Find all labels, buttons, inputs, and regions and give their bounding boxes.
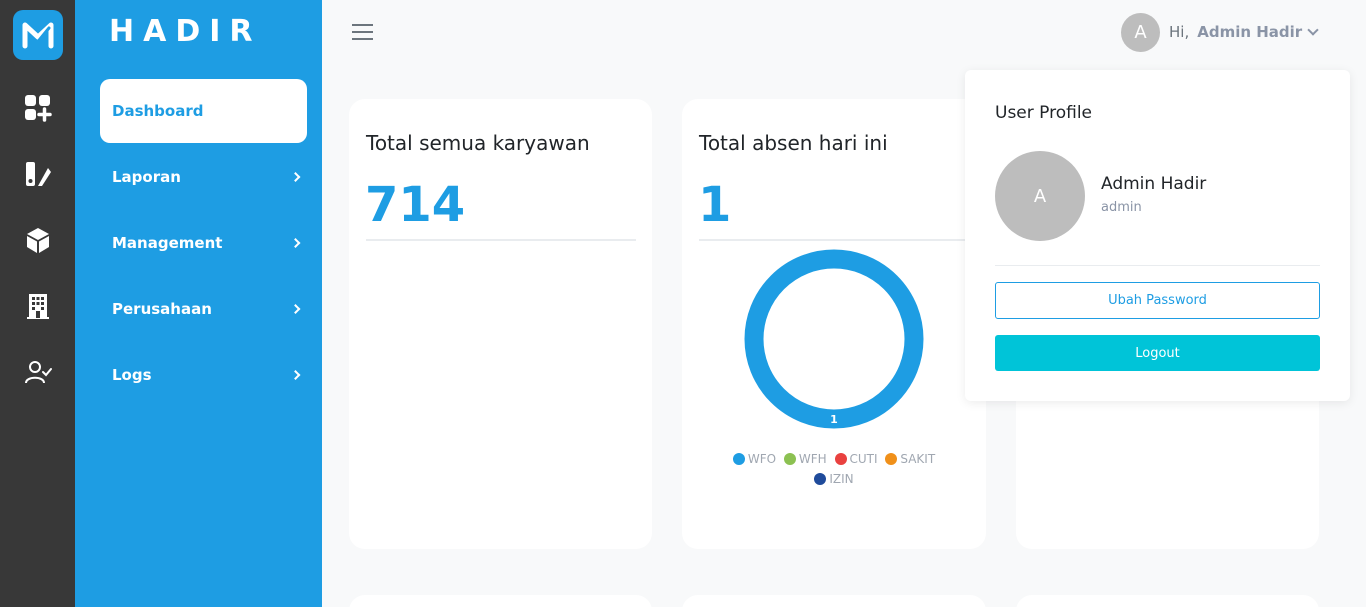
- legend-label: SAKIT: [900, 452, 936, 466]
- chevron-right-icon: [290, 370, 301, 380]
- legend-item-sakit[interactable]: SAKIT: [885, 452, 935, 466]
- sidebar-item-label: Management: [112, 234, 223, 252]
- menu-toggle-icon[interactable]: [352, 24, 373, 40]
- sidebar-item-label: Logs: [112, 366, 152, 384]
- sidebar-item-logs[interactable]: Logs: [100, 343, 307, 407]
- chevron-right-icon: [290, 304, 301, 314]
- sidebar-item-management[interactable]: Management: [100, 211, 307, 275]
- legend-label: WFO: [747, 452, 777, 466]
- sidebar-item-laporan[interactable]: Laporan: [100, 145, 307, 209]
- divider: [366, 239, 636, 241]
- sidebar-item-dashboard[interactable]: Dashboard: [100, 79, 307, 143]
- user-menu-toggle[interactable]: A Hi, Admin Hadir: [1121, 12, 1319, 52]
- legend-label: WFH: [798, 452, 827, 466]
- legend-label: IZIN: [829, 472, 854, 486]
- chevron-right-icon: [290, 172, 301, 182]
- report-icon[interactable]: [21, 157, 55, 191]
- legend-item-izin[interactable]: IZIN: [814, 472, 854, 486]
- legend-item-wfh[interactable]: WFH: [783, 452, 827, 466]
- chart-legend-row2: IZIN: [682, 472, 986, 488]
- attendance-donut-chart: 1: [744, 249, 924, 429]
- greeting-text: Hi,: [1169, 23, 1190, 41]
- card-value: 1: [698, 177, 732, 233]
- sidebar-item-perusahaan[interactable]: Perusahaan: [100, 277, 307, 341]
- divider: [699, 239, 969, 241]
- user-name: Admin Hadir: [1197, 23, 1303, 41]
- legend-item-cuti[interactable]: CUTI: [834, 452, 878, 466]
- sidebar-item-label: Perusahaan: [112, 300, 212, 318]
- chart-legend: WFO WFH CUTI SAKIT: [682, 452, 986, 468]
- sidebar-item-label: Laporan: [112, 168, 181, 186]
- building-icon[interactable]: [21, 289, 55, 323]
- dropdown-title: User Profile: [995, 103, 1093, 123]
- legend-item-wfo[interactable]: WFO: [732, 452, 777, 466]
- legend-dot: [834, 453, 847, 465]
- brand-title: HADIR: [109, 14, 262, 49]
- card-lower-2: [682, 595, 986, 607]
- donut-data-label: 1: [830, 413, 838, 426]
- user-check-icon[interactable]: [21, 355, 55, 389]
- avatar: A: [995, 151, 1085, 241]
- legend-label: CUTI: [849, 452, 878, 466]
- dashboard-grid-icon[interactable]: [21, 91, 55, 125]
- sidebar: HADIR Dashboard Laporan Management Perus…: [75, 0, 322, 607]
- change-password-button[interactable]: Ubah Password: [995, 282, 1320, 319]
- box-icon[interactable]: [21, 223, 55, 257]
- avatar: A: [1121, 12, 1160, 52]
- user-profile-dropdown: User Profile A Admin Hadir admin Ubah Pa…: [965, 70, 1350, 401]
- card-lower-3: [1016, 595, 1319, 607]
- legend-dot: [885, 453, 898, 465]
- logout-button[interactable]: Logout: [995, 335, 1320, 371]
- divider: [995, 265, 1320, 266]
- legend-dot: [732, 453, 745, 465]
- card-total-employees: Total semua karyawan 714: [349, 99, 652, 549]
- sidebar-item-label: Dashboard: [112, 102, 204, 120]
- donut-slice-wfo[interactable]: [744, 249, 924, 429]
- card-title: Total semua karyawan: [366, 131, 590, 155]
- legend-dot: [783, 453, 796, 465]
- card-title: Total absen hari ini: [699, 131, 888, 155]
- profile-name: Admin Hadir: [1101, 174, 1207, 194]
- chevron-right-icon: [290, 238, 301, 248]
- profile-role: admin: [1101, 200, 1142, 215]
- legend-dot: [814, 473, 827, 485]
- card-lower-1: [349, 595, 652, 607]
- chevron-down-icon: [1307, 23, 1319, 36]
- app-logo-icon[interactable]: [13, 10, 63, 60]
- card-value: 714: [365, 177, 466, 233]
- icon-rail: [0, 0, 75, 607]
